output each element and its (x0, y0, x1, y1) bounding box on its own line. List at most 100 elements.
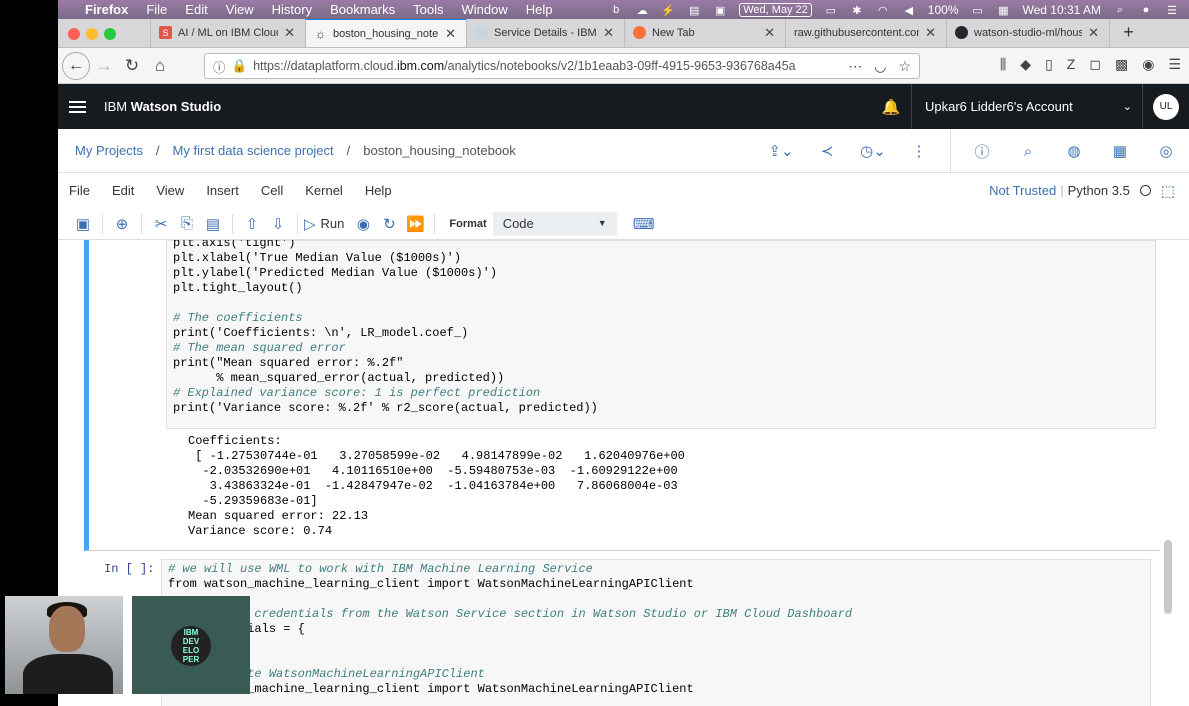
url-bar[interactable]: ⓘ 🔒 https://dataplatform.cloud. ibm.com/a… (204, 53, 920, 79)
minimize-window-button[interactable] (86, 28, 98, 40)
menubar-view[interactable]: View (217, 2, 263, 17)
bolt-icon[interactable]: ⚡ (661, 4, 675, 17)
code-cell-selected[interactable]: plt.axis('tight') plt.xlabel('True Median… (84, 240, 1160, 551)
jupyter-menu-kernel[interactable]: Kernel (305, 183, 343, 198)
home-button[interactable]: ⌂ (146, 56, 174, 76)
toggle-panel-icon[interactable]: ⬚ (1161, 182, 1175, 200)
move-down-icon[interactable]: ⇩ (265, 215, 291, 233)
jupyter-menu-file[interactable]: File (69, 183, 90, 198)
clipboard-icon[interactable]: ▤ (687, 4, 701, 17)
new-tab-button[interactable]: + (1109, 19, 1149, 47)
save-icon[interactable]: ▣ (70, 215, 96, 233)
menubar-edit[interactable]: Edit (176, 2, 216, 17)
bookmark-star-icon[interactable]: ☆ (898, 58, 911, 75)
keyboard-icon[interactable]: ⌨ (631, 215, 657, 233)
notebook-scrollbar[interactable] (1164, 540, 1172, 614)
tab-close-icon[interactable]: ✕ (284, 25, 295, 41)
jupyter-menu-view[interactable]: View (156, 183, 184, 198)
code-editor[interactable]: # we will use WML to work with IBM Machi… (161, 559, 1151, 706)
notification-bell-icon[interactable]: 🔔 (871, 98, 911, 116)
run-button[interactable]: ▷ Run (304, 215, 344, 233)
volume-icon[interactable]: ◀ (902, 4, 916, 17)
page-actions-icon[interactable]: ⋯ (848, 58, 862, 75)
insert-cell-icon[interactable]: ⊕ (109, 215, 135, 233)
run-all-icon[interactable]: ⏩ (402, 215, 428, 233)
browser-tab[interactable]: S AI / ML on IBM Cloud ✕ (150, 19, 305, 47)
wifi-icon[interactable]: ◠ (876, 4, 890, 17)
restart-icon[interactable]: ↻ (376, 215, 402, 233)
zoom-window-button[interactable] (104, 28, 116, 40)
export-icon[interactable]: ⇪⌄ (758, 142, 804, 160)
kernel-name[interactable]: Python 3.5 (1068, 183, 1130, 198)
pocket-icon[interactable]: ◡ (874, 58, 886, 75)
menubar-clock[interactable]: Wed 10:31 AM (1023, 3, 1102, 17)
browser-tab[interactable]: raw.githubusercontent.com ✕ (785, 19, 946, 47)
status-icon[interactable]: ▣ (713, 4, 727, 17)
apple-icon[interactable] (58, 4, 76, 16)
airplay-icon[interactable]: ▭ (824, 4, 838, 17)
menubar-help[interactable]: Help (517, 2, 562, 17)
explore-icon[interactable]: ◎ (1143, 142, 1189, 160)
paste-icon[interactable]: ▤ (200, 215, 226, 233)
siri-icon[interactable]: ● (1139, 4, 1153, 16)
jupyter-menu-insert[interactable]: Insert (206, 183, 239, 198)
more-options-icon[interactable]: ⋮ (896, 142, 942, 160)
jupyter-menu-cell[interactable]: Cell (261, 183, 283, 198)
menubar-window[interactable]: Window (453, 2, 517, 17)
browser-tab[interactable]: Service Details - IBM C ✕ (466, 19, 624, 47)
cloud-upload-icon[interactable]: ☁ (635, 4, 649, 17)
tab-close-icon[interactable]: ✕ (603, 25, 614, 41)
zotero-icon[interactable]: Z (1067, 56, 1076, 73)
bing-icon[interactable]: b (609, 4, 623, 16)
brand-title[interactable]: IBM Watson Studio (104, 99, 221, 114)
menubar-app-name[interactable]: Firefox (76, 2, 137, 17)
copy-icon[interactable]: ⎘ (174, 215, 200, 232)
info-panel-icon[interactable]: ⓘ (959, 141, 1005, 162)
find-data-icon[interactable]: ⌕ (1005, 143, 1051, 160)
spotlight-search-icon[interactable]: ⌕ (1113, 4, 1127, 16)
tab-close-icon[interactable]: ✕ (764, 25, 775, 41)
puzzle-icon[interactable]: ▩ (1115, 56, 1128, 73)
tab-close-icon[interactable]: ✕ (445, 26, 456, 42)
extension-icon[interactable]: ◻ (1089, 56, 1101, 73)
sidebar-icon[interactable]: ▯ (1045, 56, 1053, 73)
battery-percent[interactable]: 100% (928, 3, 959, 17)
flag-icon[interactable]: ▦ (997, 4, 1011, 17)
account-icon[interactable]: ◉ (1142, 56, 1154, 73)
assets-icon[interactable]: ▦ (1097, 142, 1143, 160)
menu-icon[interactable]: ☰ (1168, 56, 1181, 73)
browser-tab[interactable]: watson-studio-ml/hous ✕ (946, 19, 1109, 47)
menubar-file[interactable]: File (137, 2, 176, 17)
jupyter-menu-edit[interactable]: Edit (112, 183, 134, 198)
code-editor[interactable]: plt.axis('tight') plt.xlabel('True Median… (166, 240, 1156, 429)
move-up-icon[interactable]: ⇧ (239, 215, 265, 233)
menubar-date[interactable]: Wed, May 22 (739, 2, 812, 17)
hamburger-menu-icon[interactable] (69, 98, 86, 116)
account-switcher[interactable]: Upkar6 Lidder6's Account ⌄ (911, 84, 1143, 129)
back-button[interactable]: ← (62, 51, 90, 80)
cell-type-select[interactable]: Code ▼ (492, 211, 617, 236)
bluetooth-icon[interactable]: ✱ (850, 4, 864, 17)
forward-button[interactable]: → (90, 56, 118, 76)
tab-close-icon[interactable]: ✕ (925, 25, 936, 41)
menubar-bookmarks[interactable]: Bookmarks (321, 2, 404, 17)
avatar[interactable]: UL (1153, 93, 1179, 120)
menubar-history[interactable]: History (263, 2, 321, 17)
breadcrumb-my-projects[interactable]: My Projects (75, 143, 143, 158)
jupyter-menu-help[interactable]: Help (365, 183, 392, 198)
browser-tab[interactable]: New Tab ✕ (624, 19, 785, 47)
share-icon[interactable]: ≺ (804, 142, 850, 160)
notification-center-icon[interactable]: ☰ (1165, 4, 1179, 17)
menubar-tools[interactable]: Tools (404, 2, 452, 17)
schedule-icon[interactable]: ◷⌄ (850, 142, 896, 160)
trust-status[interactable]: Not Trusted (989, 183, 1056, 198)
tab-close-icon[interactable]: ✕ (1088, 25, 1099, 41)
browser-tab-active[interactable]: ☼ boston_housing_notebo ✕ (305, 19, 466, 47)
info-icon[interactable]: ⓘ (213, 57, 226, 76)
cut-icon[interactable]: ✂ (148, 215, 174, 233)
metamask-icon[interactable]: ◆ (1020, 56, 1031, 73)
breadcrumb-project[interactable]: My first data science project (173, 143, 334, 158)
close-window-button[interactable] (68, 28, 80, 40)
comments-icon[interactable]: ◍ (1051, 142, 1097, 160)
library-icon[interactable]: ⫼ (1000, 56, 1006, 73)
